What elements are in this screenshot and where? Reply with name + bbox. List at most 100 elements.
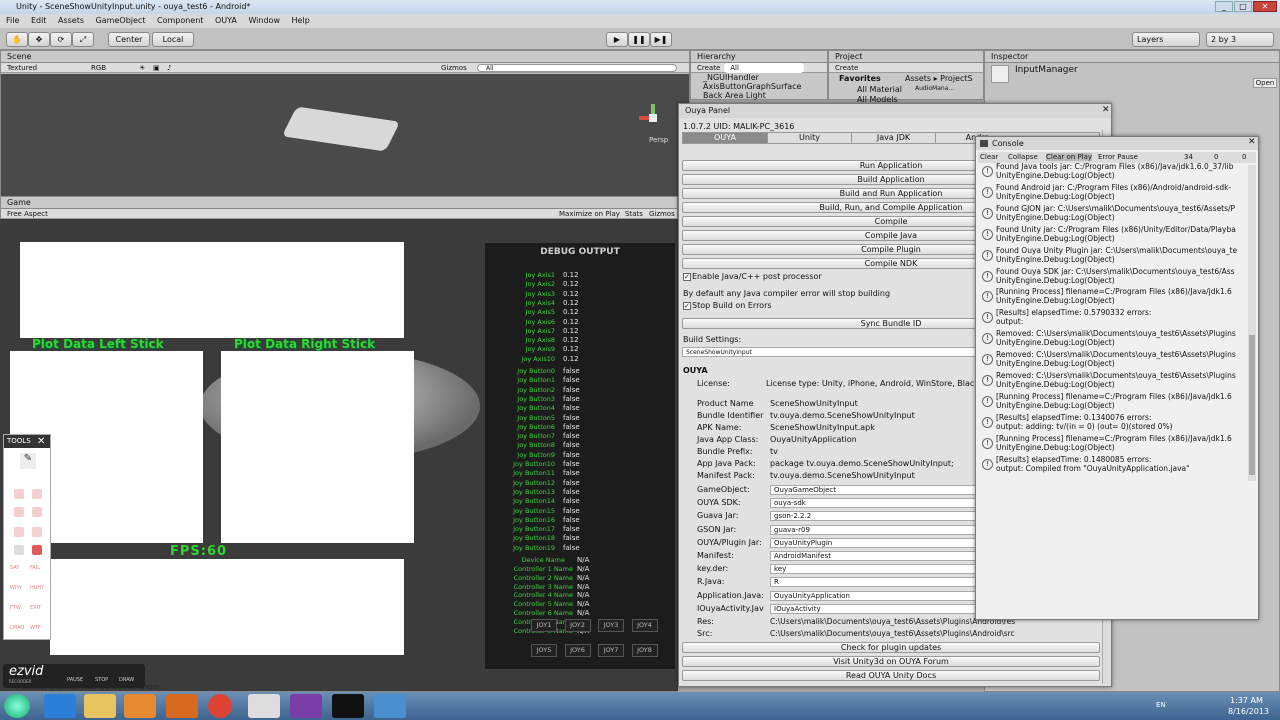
tool-label-lmao[interactable]: LMAO xyxy=(10,625,24,631)
console-log-count[interactable]: 34 xyxy=(1184,153,1193,161)
read-docs-button[interactable]: Read OUYA Unity Docs xyxy=(682,670,1100,681)
scene-tab[interactable]: Scene xyxy=(1,51,689,63)
firefox-icon[interactable] xyxy=(166,694,198,718)
arrow-left-icon[interactable] xyxy=(14,507,24,517)
project-tab[interactable]: Project xyxy=(829,51,983,63)
check-plugin-updates-button[interactable]: Check for plugin updates xyxy=(682,642,1100,653)
game-aspect-dropdown[interactable]: Free Aspect xyxy=(7,209,48,219)
console-log-row[interactable]: ! Removed: C:\Users\malik\Documents\ouya_… xyxy=(980,350,1246,371)
project-create-dropdown[interactable]: Create xyxy=(835,64,858,72)
joy-button-5[interactable]: JOY5 xyxy=(531,644,557,657)
arrow-down-icon[interactable] xyxy=(32,527,42,537)
console-close-icon[interactable]: ✕ xyxy=(1248,137,1256,147)
project-path[interactable]: Assets ▸ ProjectS xyxy=(905,74,973,83)
app-icon[interactable] xyxy=(290,694,322,718)
ouya-panel-close-icon[interactable]: ✕ xyxy=(1102,105,1110,115)
ouya-tab-unity[interactable]: Unity xyxy=(767,133,851,143)
tools-close-icon[interactable]: ✕ xyxy=(37,435,45,448)
console-log-row[interactable]: ! [Running Process] filename=C:/Program F… xyxy=(980,392,1246,413)
tool-label-fail[interactable]: FAIL xyxy=(30,565,40,571)
object-field-value[interactable]: guava-r09 xyxy=(770,524,976,535)
console-log-row[interactable]: ! Found Unity jar: C:/Program Files (x86)… xyxy=(980,225,1246,246)
audio-icon[interactable]: ♪ xyxy=(167,63,181,73)
clock-date[interactable]: 8/16/2013 xyxy=(1228,707,1269,716)
joy-button-7[interactable]: JOY7 xyxy=(598,644,624,657)
face-icon[interactable] xyxy=(14,545,24,555)
remote-desktop-icon[interactable] xyxy=(374,694,406,718)
scene-viewport[interactable]: Persp xyxy=(1,74,689,196)
console-clear-on-play-button[interactable]: Clear on Play xyxy=(1046,153,1093,161)
arrow-right-icon[interactable] xyxy=(32,507,42,517)
arrow-up-icon[interactable] xyxy=(14,527,24,537)
menu-help[interactable]: Help xyxy=(292,16,310,25)
tool-label-why[interactable]: WHY xyxy=(10,585,22,591)
inspector-tab[interactable]: Inspector xyxy=(985,51,1279,63)
scene-gizmos-dropdown[interactable]: Gizmos xyxy=(441,63,477,73)
game-maximize-toggle[interactable]: Maximize on Play xyxy=(559,209,620,219)
brush-icon[interactable]: ✎ xyxy=(20,453,36,469)
object-field-value[interactable]: OuyaUnityApplication xyxy=(770,590,976,601)
console-error-pause-button[interactable]: Error Pause xyxy=(1098,153,1138,161)
project-asset[interactable]: AudioMana... xyxy=(915,85,954,92)
pivot-local-toggle[interactable]: Local xyxy=(152,32,194,47)
project-fav-item[interactable]: All Material xyxy=(857,85,902,94)
joy-button-2[interactable]: JOY2 xyxy=(564,619,591,632)
ie-icon[interactable] xyxy=(44,694,76,718)
play-button[interactable]: ▶ xyxy=(606,32,628,47)
hierarchy-item[interactable]: Back Area Light xyxy=(691,91,827,100)
move-tool-icon[interactable]: ✥ xyxy=(28,32,50,47)
thumbs-down-icon[interactable] xyxy=(32,489,42,499)
hand-tool-icon[interactable]: ✋ xyxy=(6,32,28,47)
console-scrollbar[interactable] xyxy=(1248,165,1256,481)
joy-button-8[interactable]: JOY8 xyxy=(631,644,658,657)
console-log-row[interactable]: ! [Running Process] filename=C:/Program F… xyxy=(980,287,1246,308)
console-log-row[interactable]: ! Found GJON jar: C:\Users\malik\Document… xyxy=(980,204,1246,225)
thumbs-up-icon[interactable] xyxy=(14,489,24,499)
sun-icon[interactable]: ☀ xyxy=(139,63,153,73)
tool-label-exit[interactable]: EXIT xyxy=(30,605,41,611)
menu-edit[interactable]: Edit xyxy=(31,16,47,25)
tool-label-ftw[interactable]: FTW xyxy=(10,605,21,611)
game-tab[interactable]: Game xyxy=(1,197,677,209)
console-error-count[interactable]: 0 xyxy=(1242,153,1246,161)
minimize-button[interactable]: _ xyxy=(1215,1,1233,12)
clock-time[interactable]: 1:37 AM xyxy=(1230,696,1263,705)
enable-post-checkbox[interactable]: ✓ xyxy=(683,273,691,281)
scene-color-mode[interactable]: RGB xyxy=(91,63,139,73)
scene-render-mode[interactable]: Textured xyxy=(7,63,91,73)
layout-dropdown[interactable]: 2 by 3 xyxy=(1206,32,1274,47)
hierarchy-create-dropdown[interactable]: Create xyxy=(697,63,720,73)
console-log-row[interactable]: ! Removed: C:\Users\malik\Documents\ouya_… xyxy=(980,329,1246,350)
console-log-row[interactable]: ! [Running Process] filename=C:/Program F… xyxy=(980,434,1246,455)
console-log-row[interactable]: ! Removed: C:\Users\malik\Documents\ouya_… xyxy=(980,371,1246,392)
hierarchy-search-input[interactable]: All xyxy=(724,62,805,73)
scene-search-input[interactable]: All xyxy=(477,63,677,72)
close-button[interactable]: ✕ xyxy=(1253,1,1277,12)
pause-button[interactable]: ❚❚ xyxy=(628,32,650,47)
rotate-tool-icon[interactable]: ⟳ xyxy=(50,32,72,47)
pivot-center-toggle[interactable]: Center xyxy=(108,32,150,47)
scale-tool-icon[interactable]: ⤢ xyxy=(72,32,94,47)
language-indicator[interactable]: EN xyxy=(1156,701,1166,709)
object-field-value[interactable]: OuyaGameObject xyxy=(770,485,976,495)
menu-file[interactable]: File xyxy=(6,16,19,25)
ouya-tab-ouya[interactable]: OUYA xyxy=(683,133,767,143)
hierarchy-item[interactable]: _NGUIHandler xyxy=(691,73,827,82)
chrome-icon[interactable] xyxy=(208,694,232,718)
scene-list-field[interactable]: SceneShowUnityInput xyxy=(682,347,982,357)
menu-ouya[interactable]: OUYA xyxy=(215,16,237,25)
folder-icon[interactable] xyxy=(84,694,116,718)
object-field-value[interactable]: IOuyaActivity xyxy=(770,603,976,614)
menu-gameobject[interactable]: GameObject xyxy=(96,16,146,25)
joy-button-6[interactable]: JOY6 xyxy=(564,644,591,657)
console-log-row[interactable]: ! Found Android jar: C:/Program Files (x8… xyxy=(980,183,1246,204)
tool-label-say[interactable]: SAY xyxy=(10,565,19,571)
inspector-open-button[interactable]: Open xyxy=(1253,78,1277,88)
cmd-icon[interactable] xyxy=(332,694,364,718)
start-button-icon[interactable] xyxy=(4,694,30,718)
scene-gizmo-axes[interactable] xyxy=(639,104,669,134)
visit-forum-button[interactable]: Visit Unity3d on OUYA Forum xyxy=(682,656,1100,667)
console-log-row[interactable]: ! Found Java tools jar: C:/Program Files … xyxy=(980,162,1246,183)
console-log-row[interactable]: ! [Results] elapsedTime: 0.1340076 errors… xyxy=(980,413,1246,434)
object-field-value[interactable]: R xyxy=(770,577,976,588)
